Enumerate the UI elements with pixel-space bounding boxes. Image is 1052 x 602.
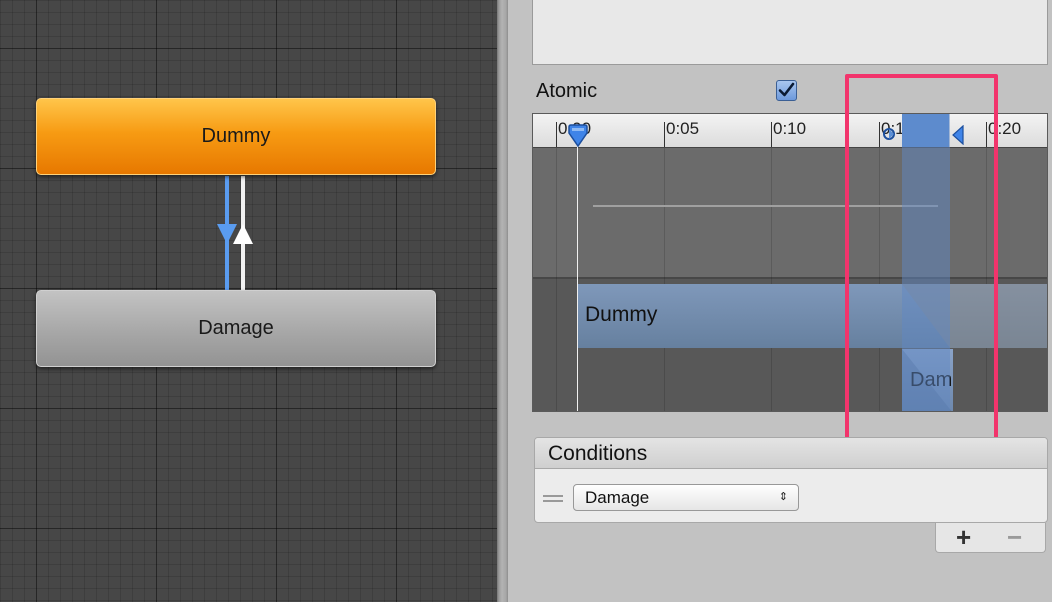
conditions-panel: Conditions Damage ⇕: [534, 437, 1048, 523]
atomic-label: Atomic: [536, 80, 598, 102]
ruler-tick-label: 0:10: [773, 119, 807, 138]
timeline-gridline: [556, 148, 557, 411]
transition-preview-area: [532, 0, 1048, 65]
state-node-label: Damage: [198, 317, 274, 339]
checkmark-icon: [778, 82, 795, 97]
select-updown-icon: ⇕: [778, 491, 788, 503]
add-condition-button[interactable]: +: [956, 524, 971, 550]
atomic-checkbox[interactable]: [776, 80, 797, 101]
animator-graph[interactable]: Dummy Damage: [0, 0, 497, 602]
annotation-highlight-box: [845, 74, 998, 450]
ruler-tick-label: 0:05: [666, 119, 700, 138]
state-node-label: Dummy: [201, 125, 271, 147]
remove-condition-button[interactable]: −: [1007, 524, 1022, 550]
state-node-damage[interactable]: Damage: [36, 290, 436, 367]
playhead-marker-icon[interactable]: [567, 124, 589, 148]
state-node-dummy[interactable]: Dummy: [36, 98, 436, 175]
condition-parameter-value: Damage: [585, 488, 650, 507]
condition-parameter-select[interactable]: Damage ⇕: [573, 484, 799, 511]
playhead-line: [577, 140, 578, 411]
ruler-tick: [556, 122, 557, 147]
ruler-tick: [771, 122, 772, 147]
drag-handle-icon[interactable]: [543, 495, 563, 502]
panel-splitter[interactable]: [497, 0, 508, 602]
conditions-add-remove-bar: + −: [935, 523, 1046, 553]
ruler-tick: [664, 122, 665, 147]
timeline-gridline: [771, 148, 772, 411]
conditions-header: Conditions: [535, 438, 1047, 469]
source-state-label: Dummy: [585, 303, 658, 326]
timeline-gridline: [664, 148, 665, 411]
transition-arrow-up-icon[interactable]: [233, 224, 253, 244]
